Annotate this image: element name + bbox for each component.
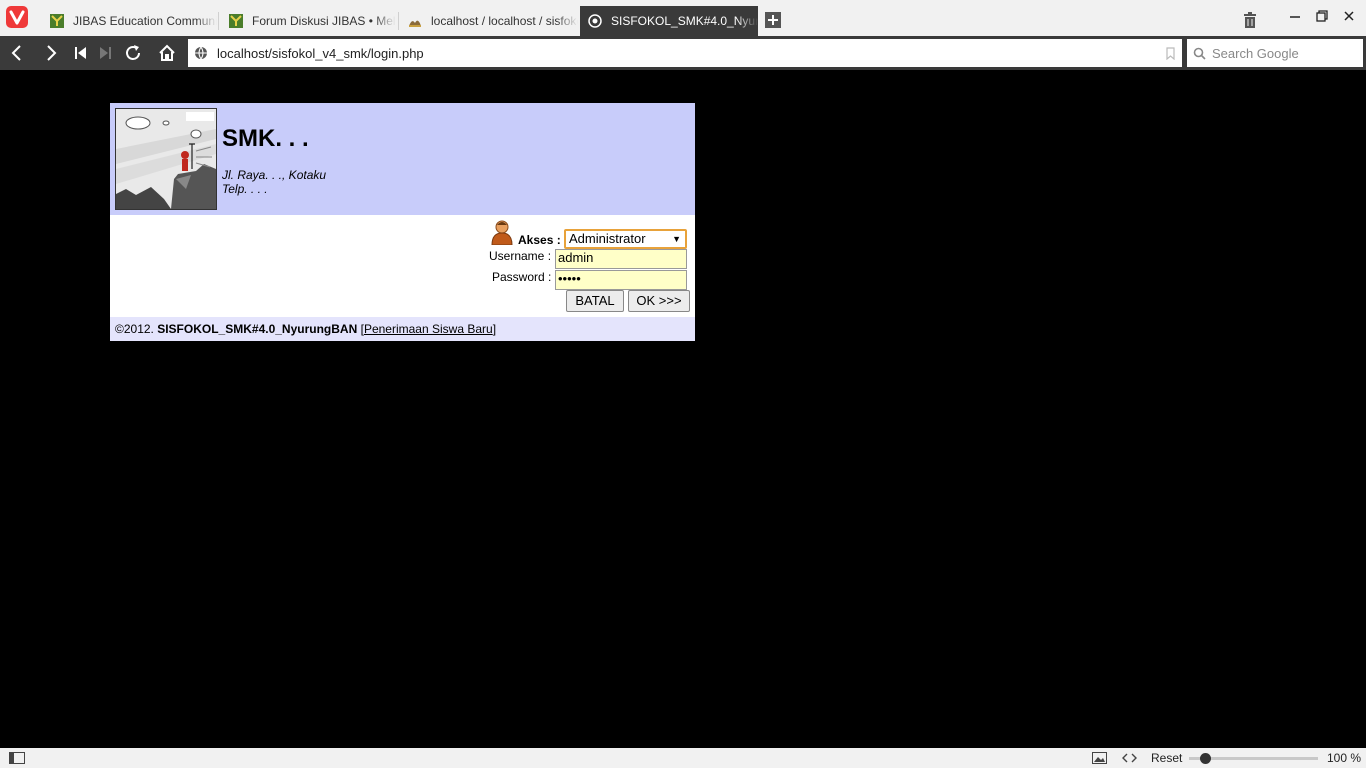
vivaldi-menu-icon[interactable] [6, 6, 28, 28]
restore-icon[interactable] [1314, 8, 1330, 24]
username-label: Username : [489, 249, 552, 263]
rewind-icon[interactable] [71, 43, 91, 63]
minimize-icon[interactable] [1287, 8, 1303, 24]
new-tab-icon[interactable] [764, 11, 782, 29]
phpmyadmin-icon [409, 20, 421, 27]
tab-jibas-community[interactable]: JIBAS Education Community [42, 6, 217, 36]
tab-bar: JIBAS Education Community Forum Diskusi … [0, 0, 1366, 36]
jibas-icon [229, 14, 243, 28]
fast-forward-icon[interactable] [95, 43, 115, 63]
search-icon [1193, 47, 1206, 60]
panel-toggle-icon[interactable] [9, 752, 25, 764]
back-icon[interactable] [7, 43, 27, 63]
globe-icon [588, 14, 602, 28]
password-input[interactable]: ••••• [555, 270, 687, 290]
batal-button[interactable]: BATAL [566, 290, 624, 312]
url-text: localhost/sisfokol_v4_smk/login.php [217, 45, 424, 61]
school-name: SMK. . . [222, 125, 309, 152]
globe-icon [195, 46, 207, 60]
akses-label: Akses : [518, 233, 561, 247]
url-field[interactable]: localhost/sisfokol_v4_smk/login.php [188, 39, 1182, 67]
akses-selected-value: Administrator [569, 231, 646, 246]
login-box: SMK. . . Jl. Raya. . ., Kotaku Telp. . .… [110, 103, 695, 341]
tab-forum-diskusi[interactable]: Forum Diskusi JIBAS • Melihat [221, 6, 396, 36]
home-icon[interactable] [157, 43, 177, 63]
login-form: Akses : Administrator ▼ Username : admin… [110, 215, 695, 317]
jibas-icon [50, 14, 64, 28]
zoom-slider-knob[interactable] [1200, 753, 1211, 764]
address-line: Jl. Raya. . ., Kotaku [222, 168, 327, 182]
bookmark-icon[interactable] [1166, 47, 1175, 60]
tab-sisfokol-active[interactable]: SISFOKOL_SMK#4.0_NyurungBAN [580, 6, 758, 36]
akses-select[interactable]: Administrator ▼ [564, 229, 687, 249]
image-icon[interactable] [1092, 752, 1107, 764]
ok-button[interactable]: OK >>> [628, 290, 690, 312]
login-footer: ©2012. SISFOKOL_SMK#4.0_NyurungBAN [Pene… [110, 317, 695, 341]
page-content: SMK. . . Jl. Raya. . ., Kotaku Telp. . .… [0, 70, 1366, 748]
search-box[interactable] [1187, 39, 1363, 67]
trash-icon[interactable] [1243, 12, 1257, 28]
dropdown-arrow-icon: ▼ [672, 234, 681, 244]
status-bar: Reset 100 % [0, 748, 1366, 768]
link-bracket-close: ] [492, 322, 497, 336]
password-label: Password : [492, 270, 552, 284]
copyright-text: ©2012. [115, 322, 154, 336]
login-header: SMK. . . Jl. Raya. . ., Kotaku Telp. . .… [110, 103, 695, 215]
phone-line: Telp. . . . [222, 182, 268, 196]
app-name: SISFOKOL_SMK#4.0_NyurungBAN [157, 322, 358, 336]
school-address: Jl. Raya. . ., Kotaku Telp. . . . [222, 168, 326, 196]
user-avatar-icon [491, 220, 513, 245]
zoom-slider[interactable] [1189, 753, 1318, 764]
username-input[interactable]: admin [555, 249, 687, 269]
penerimaan-siswa-baru-link[interactable]: Penerimaan Siswa Baru [364, 322, 493, 336]
zoom-reset-button[interactable]: Reset [1151, 751, 1182, 765]
zoom-level: 100 % [1327, 751, 1362, 765]
tab-phpmyadmin[interactable]: localhost / localhost / sisfokol [400, 6, 578, 36]
search-input[interactable] [1212, 45, 1352, 61]
forward-icon[interactable] [41, 43, 61, 63]
reload-icon[interactable] [123, 43, 143, 63]
page-actions-icon[interactable] [1122, 752, 1137, 764]
address-bar: localhost/sisfokol_v4_smk/login.php [0, 36, 1366, 70]
school-logo [115, 108, 217, 210]
close-icon[interactable] [1341, 8, 1357, 24]
